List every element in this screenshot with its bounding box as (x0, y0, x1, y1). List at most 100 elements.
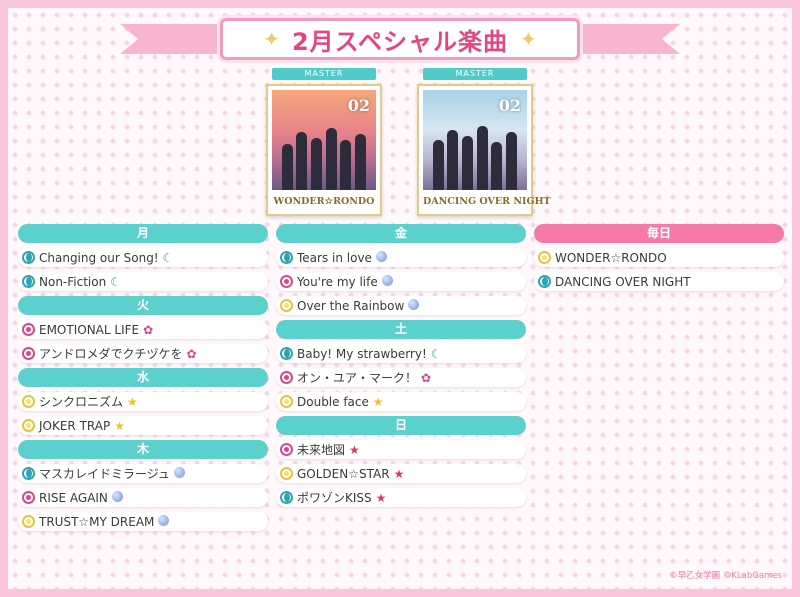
song-title: WONDER☆RONDO (555, 250, 667, 265)
schedule-column-3: 毎日 WONDER☆RONDO DANCING OVER NIGHT (534, 224, 784, 296)
song-title: RISE AGAIN (39, 490, 108, 505)
song-item[interactable]: シンクロニズム ★ (18, 392, 268, 411)
star-icon: ★ (114, 418, 125, 433)
day-header: 日 (276, 416, 526, 435)
page-title: 2月スペシャル楽曲 (291, 27, 509, 56)
moon-attribute-icon (22, 467, 35, 480)
song-title: Baby! My strawberry! (297, 346, 427, 361)
album-art: 02 (272, 90, 376, 190)
star-icon: ★ (127, 394, 138, 409)
flower-attribute-icon (280, 275, 293, 288)
song-title: マスカレイドミラージュ (39, 467, 170, 481)
album-title: DANCING OVER NIGHT (423, 196, 551, 207)
album-jacket: 02 DANCING OVER NIGHT (417, 84, 551, 216)
star-icon: ★ (372, 394, 384, 409)
title-banner: ✦ 2月スペシャル楽曲 ✦ (220, 18, 580, 60)
flower-attribute-icon (22, 323, 35, 336)
flower-attribute-icon (22, 347, 35, 360)
sun-attribute-icon (280, 299, 293, 312)
day-header: 毎日 (534, 224, 784, 243)
song-item[interactable]: ポワゾンKISS ★ (276, 488, 526, 507)
song-title: Over the Rainbow (297, 298, 405, 313)
song-title: Double face (297, 394, 369, 409)
moon-attribute-icon (280, 491, 293, 504)
moon-attribute-icon (22, 251, 35, 264)
song-item[interactable]: オン・ユア・マーク！ ✿ (276, 368, 526, 387)
sun-attribute-icon (22, 515, 35, 528)
song-item[interactable]: Baby! My strawberry! ☾ (276, 344, 526, 363)
song-title: DANCING OVER NIGHT (555, 274, 691, 289)
album-title: WONDER☆RONDO (273, 196, 375, 207)
schedule-column-2: 金 Tears in love You're my life Over the Rai… (276, 224, 526, 512)
song-item[interactable]: Double face ★ (276, 392, 526, 411)
sparkle-icon: ✦ (263, 27, 280, 51)
song-title: Tears in love (297, 250, 372, 265)
orb-icon (173, 466, 185, 481)
album-jacket: 02 WONDER☆RONDO (266, 84, 382, 216)
song-item[interactable]: 未来地図 ★ (276, 440, 526, 459)
album-card-dancing-over-night[interactable]: MASTER 02 DANCING OVER NIGHT (417, 68, 551, 216)
moon-attribute-icon (280, 347, 293, 360)
song-title: シンクロニズム (39, 395, 124, 409)
sun-attribute-icon (538, 251, 551, 264)
song-item[interactable]: Non-Fiction ☾ (18, 272, 268, 291)
red-star-icon: ★ (393, 466, 405, 481)
song-item[interactable]: WONDER☆RONDO (534, 248, 784, 267)
song-title: オン・ユア・マーク！ (297, 371, 418, 385)
day-header: 木 (18, 440, 268, 459)
moon-icon: ☾ (430, 346, 442, 361)
orb-icon (158, 514, 170, 529)
day-header: 土 (276, 320, 526, 339)
song-item[interactable]: JOKER TRAP ★ (18, 416, 268, 435)
sun-attribute-icon (22, 395, 35, 408)
sun-attribute-icon (280, 395, 293, 408)
flower-icon: ✿ (143, 322, 154, 337)
difficulty-tag: MASTER (423, 68, 527, 80)
copyright: ©早乙女学園 ©KLabGames (669, 571, 782, 581)
song-item[interactable]: Over the Rainbow (276, 296, 526, 315)
album-logo: 02 (498, 96, 521, 115)
day-header: 月 (18, 224, 268, 243)
song-title: アンドロメダでクチヅケを (39, 347, 183, 361)
moon-attribute-icon (538, 275, 551, 288)
sun-attribute-icon (280, 467, 293, 480)
song-item[interactable]: You're my life (276, 272, 526, 291)
song-item[interactable]: Changing our Song! ☾ (18, 248, 268, 267)
song-title: Non-Fiction (39, 274, 107, 289)
song-title: ポワゾンKISS (297, 491, 372, 505)
flower-attribute-icon (280, 371, 293, 384)
day-header: 火 (18, 296, 268, 315)
song-item[interactable]: DANCING OVER NIGHT (534, 272, 784, 291)
song-title: Changing our Song! (39, 250, 159, 265)
song-item[interactable]: GOLDEN☆STAR ★ (276, 464, 526, 483)
song-title: You're my life (297, 274, 378, 289)
flower-attribute-icon (22, 491, 35, 504)
song-item[interactable]: マスカレイドミラージュ (18, 464, 268, 483)
flower-icon: ✿ (186, 346, 197, 361)
album-logo: 02 (347, 96, 370, 115)
moon-icon: ☾ (162, 250, 174, 265)
song-item[interactable]: アンドロメダでクチヅケを ✿ (18, 344, 268, 363)
song-title: GOLDEN☆STAR (297, 466, 390, 481)
album-characters-image (431, 120, 519, 190)
day-header: 金 (276, 224, 526, 243)
album-characters-image (280, 120, 368, 190)
orb-icon (375, 250, 387, 265)
moon-icon: ☾ (110, 274, 121, 289)
song-title: EMOTIONAL LIFE (39, 322, 140, 337)
album-card-wonder-rondo[interactable]: MASTER 02 WONDER☆RONDO (266, 68, 382, 216)
flower-attribute-icon (280, 443, 293, 456)
song-item[interactable]: Tears in love (276, 248, 526, 267)
sparkle-icon: ✦ (520, 27, 537, 51)
flower-icon: ✿ (421, 370, 432, 385)
moon-attribute-icon (280, 251, 293, 264)
song-item[interactable]: RISE AGAIN (18, 488, 268, 507)
song-item[interactable]: EMOTIONAL LIFE ✿ (18, 320, 268, 339)
moon-attribute-icon (22, 275, 35, 288)
album-art: 02 (423, 90, 527, 190)
schedule-column-1: 月 Changing our Song! ☾ Non-Fiction ☾ 火 EMOTION… (18, 224, 268, 536)
song-item[interactable]: TRUST☆MY DREAM (18, 512, 268, 531)
sun-attribute-icon (22, 419, 35, 432)
song-title: 未来地図 (297, 443, 346, 457)
difficulty-tag: MASTER (272, 68, 376, 80)
